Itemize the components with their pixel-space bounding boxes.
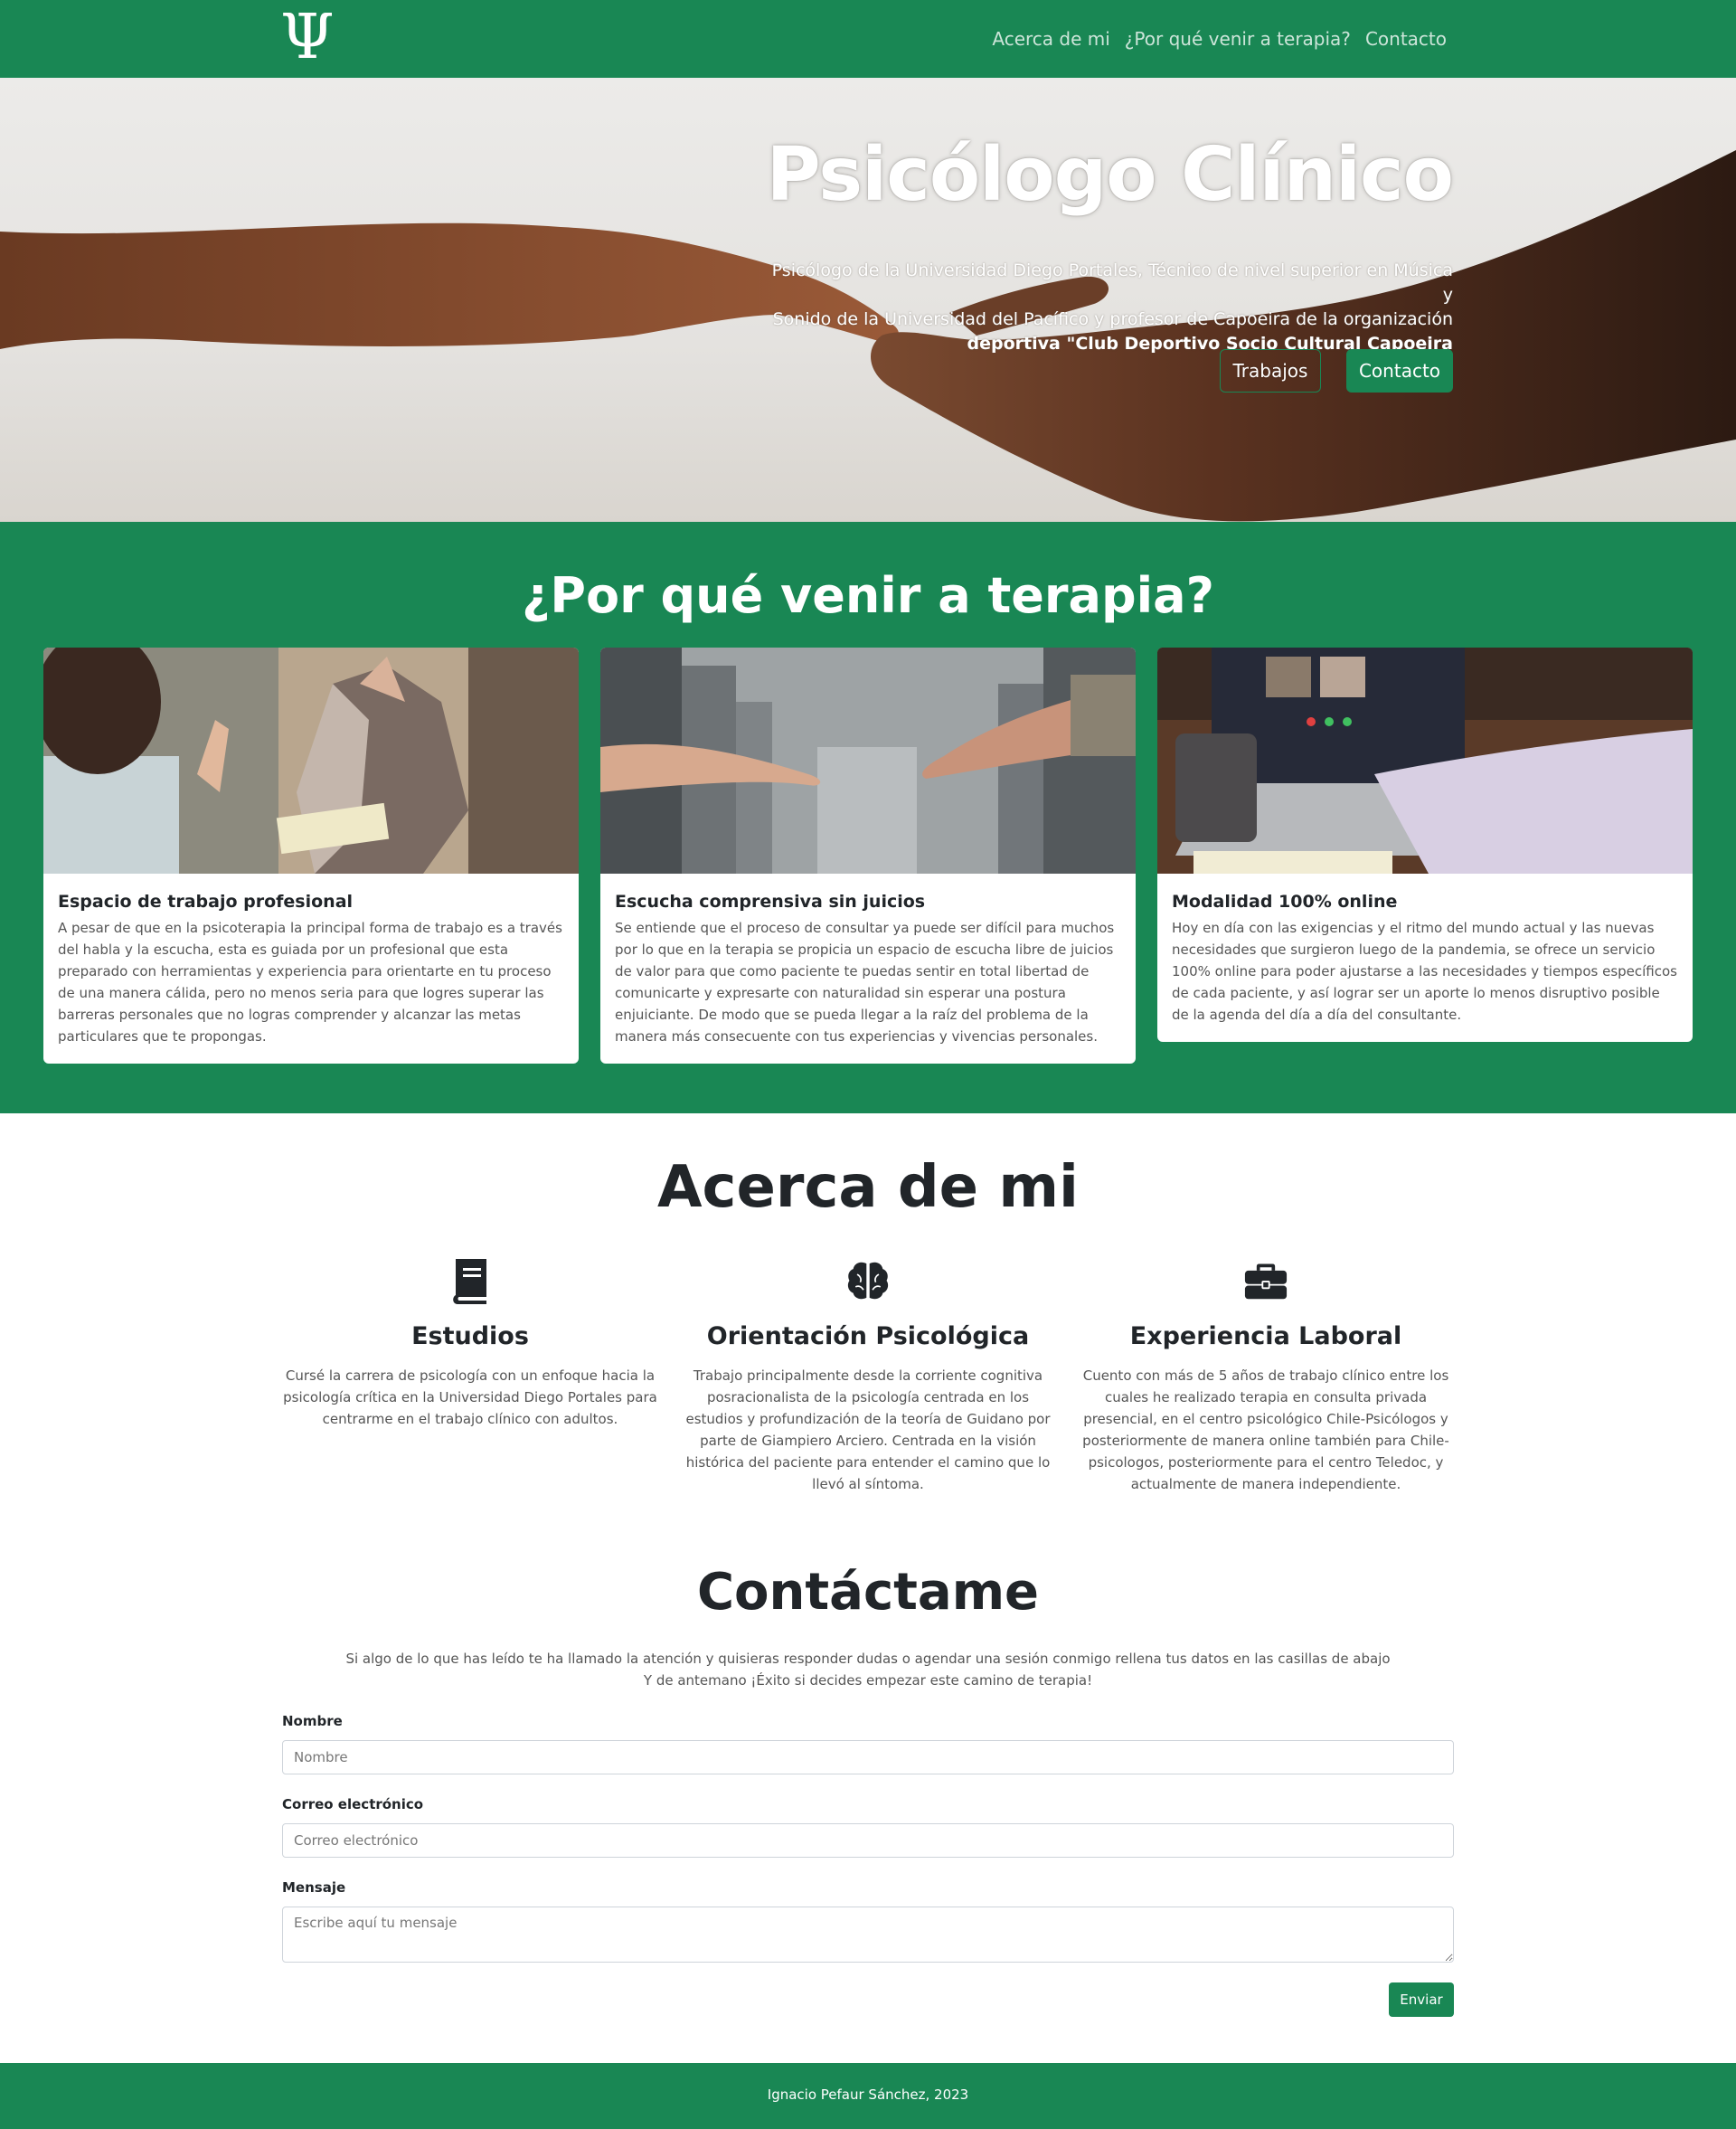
- hero-description-line: Sonido de la Universidad del Pacífico y …: [772, 309, 1453, 329]
- email-input[interactable]: [282, 1823, 1454, 1858]
- card-professional-space: Espacio de trabajo profesional A pesar d…: [43, 648, 579, 1064]
- feature-text: Trabajo principalmente desde la corrient…: [685, 1367, 1051, 1492]
- nav-links: Acerca de mi ¿Por qué venir a terapia? C…: [992, 25, 1447, 52]
- therapy-session-image: [43, 648, 579, 874]
- email-label: Correo electrónico: [282, 1796, 424, 1812]
- contacto-button[interactable]: Contacto: [1346, 349, 1453, 393]
- hero-description-line: Psicólogo de la Universidad Diego Portal…: [771, 260, 1453, 305]
- hero-buttons: Trabajos Contacto: [1220, 349, 1453, 393]
- hero-description: Psicólogo de la Universidad Diego Portal…: [766, 259, 1453, 356]
- footer-text: Ignacio Pefaur Sánchez, 2023: [767, 2086, 969, 2103]
- trabajos-button[interactable]: Trabajos: [1220, 349, 1321, 393]
- about-title: Acerca de mi: [657, 1154, 1079, 1221]
- card-text: Se entiende que el proceso de consultar …: [615, 920, 1115, 1045]
- card-title: Modalidad 100% online: [1172, 892, 1398, 912]
- nav-link-contacto[interactable]: Contacto: [1365, 25, 1447, 52]
- feature-title: Estudios: [411, 1322, 529, 1350]
- why-therapy-title: ¿Por qué venir a terapia?: [522, 567, 1214, 624]
- card-text: A pesar de que en la psicoterapia la pri…: [58, 920, 562, 1045]
- name-group: Nombre: [282, 1713, 1454, 1774]
- briefcase-icon: [1244, 1263, 1288, 1300]
- footer: Ignacio Pefaur Sánchez, 2023: [0, 2063, 1736, 2129]
- hero-section: Psicólogo Clínico Psicólogo de la Univer…: [0, 78, 1736, 522]
- contact-intro-line: Si algo de lo que has leído te ha llamad…: [345, 1651, 1391, 1667]
- feature-text: Cursé la carrera de psicología con un en…: [283, 1367, 657, 1427]
- hero-title: Psicólogo Clínico: [766, 132, 1454, 218]
- card-title: Espacio de trabajo profesional: [58, 892, 354, 912]
- video-call-laptop-image: [1157, 648, 1693, 874]
- send-button[interactable]: Enviar: [1389, 1982, 1454, 2017]
- card-text: Hoy en día con las exigencias y el ritmo…: [1172, 920, 1677, 1023]
- card-comprehensive-listening: Escucha comprensiva sin juicios Se entie…: [600, 648, 1136, 1064]
- card-title: Escucha comprensiva sin juicios: [615, 892, 926, 912]
- message-textarea[interactable]: [282, 1907, 1454, 1963]
- contact-intro: Si algo de lo que has leído te ha llamad…: [0, 1648, 1736, 1691]
- card-online-modality: Modalidad 100% online Hoy en día con las…: [1157, 648, 1693, 1042]
- message-group: Mensaje: [282, 1879, 1454, 1963]
- feature-experience: Experiencia Laboral Cuento con más de 5 …: [1076, 1257, 1456, 1495]
- navbar: Ψ Acerca de mi ¿Por qué venir a terapia?…: [0, 0, 1736, 78]
- why-therapy-section: ¿Por qué venir a terapia? Espacio de tra…: [0, 522, 1736, 1113]
- message-label: Mensaje: [282, 1879, 346, 1896]
- nav-link-terapia[interactable]: ¿Por qué venir a terapia?: [1125, 25, 1351, 52]
- email-group: Correo electrónico: [282, 1796, 1454, 1858]
- contact-intro-line: Y de antemano ¡Éxito si decides empezar …: [643, 1672, 1093, 1689]
- name-input[interactable]: [282, 1740, 1454, 1774]
- brain-icon: [847, 1262, 889, 1300]
- psi-logo[interactable]: Ψ: [280, 5, 335, 71]
- feature-title: Orientación Psicológica: [706, 1322, 1030, 1350]
- feature-studies: Estudios Cursé la carrera de psicología …: [280, 1257, 660, 1430]
- nav-link-acerca[interactable]: Acerca de mi: [992, 25, 1109, 52]
- feature-title: Experiencia Laboral: [1129, 1322, 1402, 1350]
- feature-text: Cuento con más de 5 años de trabajo clín…: [1082, 1367, 1449, 1492]
- contact-title: Contáctame: [696, 1563, 1040, 1622]
- book-icon: [453, 1259, 486, 1304]
- feature-orientation: Orientación Psicológica Trabajo principa…: [678, 1257, 1058, 1495]
- contact-form: Nombre Correo electrónico Mensaje Enviar: [282, 1713, 1454, 2017]
- reaching-hands-image: [600, 648, 1136, 874]
- name-label: Nombre: [282, 1713, 343, 1729]
